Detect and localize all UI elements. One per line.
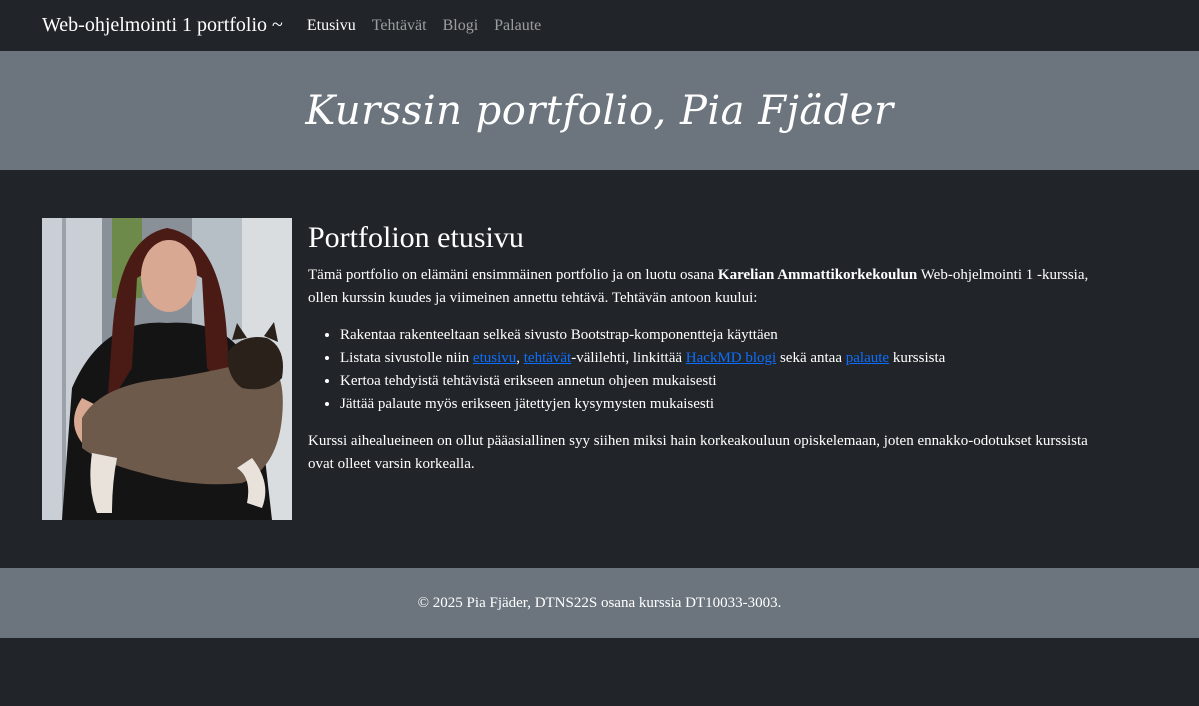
intro-school-name: Karelian Ammattikorkekoulun <box>717 267 918 283</box>
profile-photo <box>42 218 292 520</box>
page-heading: Portfolion etusivu <box>308 221 524 254</box>
task-list: Rakentaa rakenteeltaan selkeä sivusto Bo… <box>308 324 1108 416</box>
top-navbar: Web-ohjelmointi 1 portfolio ~ Etusivu Te… <box>0 0 1199 51</box>
nav-link-etusivu[interactable]: Etusivu <box>307 17 356 35</box>
list-item: Rakentaa rakenteeltaan selkeä sivusto Bo… <box>340 324 1108 347</box>
intro-text-start: Tämä portfolio on elämäni ensimmäinen po… <box>308 267 718 283</box>
list-item: Kertoa tehdyistä tehtävistä erikseen ann… <box>340 370 1108 393</box>
main-content: Portfolion etusivu Tämä portfolio on elä… <box>308 218 1108 490</box>
list-text: Listata sivustolle niin <box>340 350 473 366</box>
outro-paragraph: Kurssi aihealueineen on ollut pääasialli… <box>308 433 1088 472</box>
link-palaute[interactable]: palaute <box>846 350 889 366</box>
nav-link-blogi[interactable]: Blogi <box>443 17 479 35</box>
footer-text: © 2025 Pia Fjäder, DTNS22S osana kurssia… <box>417 594 782 611</box>
list-text: kurssista <box>889 350 946 366</box>
nav-link-tehtavat[interactable]: Tehtävät <box>372 17 427 35</box>
intro-paragraph: Tämä portfolio on elämäni ensimmäinen po… <box>308 264 1108 310</box>
list-text: sekä antaa <box>776 350 846 366</box>
list-item: Jättää palaute myös erikseen jätettyjen … <box>340 393 1108 416</box>
page-footer: © 2025 Pia Fjäder, DTNS22S osana kurssia… <box>0 568 1199 638</box>
list-text: , <box>516 350 524 366</box>
nav-link-palaute[interactable]: Palaute <box>494 17 541 35</box>
list-item: Listata sivustolle niin etusivu, tehtävä… <box>340 347 1108 370</box>
link-hackmd-blogi[interactable]: HackMD blogi <box>686 350 776 366</box>
link-tehtavat[interactable]: tehtävät <box>524 350 571 366</box>
hero-banner: Kurssin portfolio, Pia Fjäder <box>0 51 1199 170</box>
list-text: -välilehti, linkittää <box>571 350 686 366</box>
navbar-brand[interactable]: Web-ohjelmointi 1 portfolio ~ <box>42 14 283 37</box>
link-etusivu[interactable]: etusivu <box>473 350 516 366</box>
hero-title: Kurssin portfolio, Pia Fjäder <box>305 87 894 134</box>
